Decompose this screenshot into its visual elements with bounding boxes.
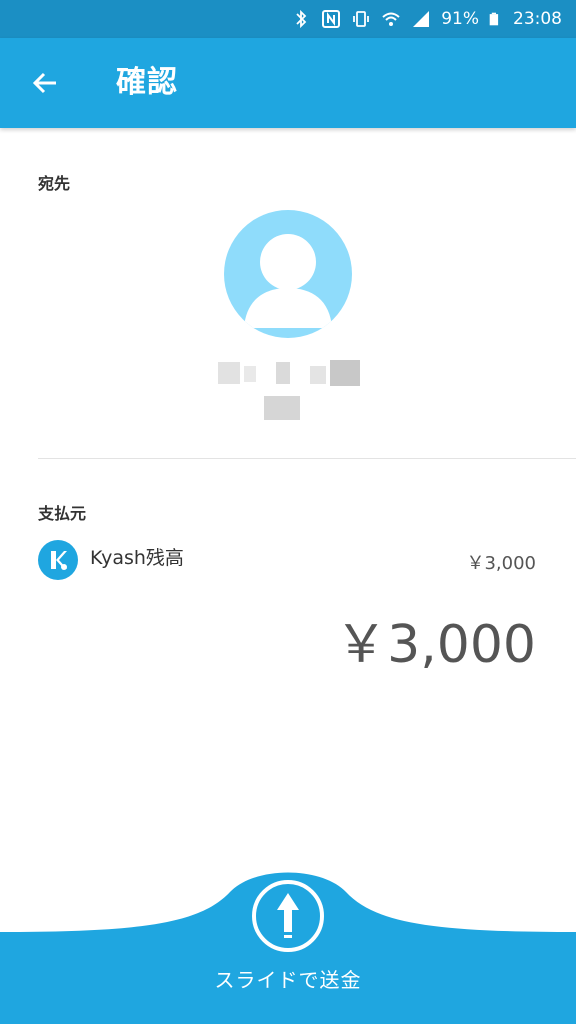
recipient-avatar	[224, 210, 352, 338]
page-title: 確認	[116, 65, 178, 100]
signal-icon	[413, 11, 430, 27]
total-amount: ￥3,000	[335, 615, 536, 675]
slide-send-label: スライドで送金	[214, 968, 362, 992]
slide-send-handle[interactable]	[252, 880, 324, 952]
arrow-back-icon	[32, 72, 56, 94]
battery-icon	[489, 12, 499, 26]
vibrate-icon	[353, 11, 370, 27]
kyash-logo-icon	[38, 540, 78, 580]
section-divider	[38, 458, 576, 459]
app-bar: 確認	[0, 38, 576, 128]
payment-source-label: 支払元	[38, 504, 87, 523]
person-icon	[244, 234, 332, 328]
payment-source-name: Kyash残高	[90, 547, 184, 569]
nfc-icon	[322, 10, 341, 28]
battery-percent: 91%	[441, 9, 479, 29]
back-button[interactable]	[22, 60, 68, 106]
payment-source-amount: ￥3,000	[466, 553, 536, 574]
status-bar: 91% 23:08	[0, 0, 576, 38]
bluetooth-icon	[296, 9, 307, 29]
recipient-label: 宛先	[38, 174, 71, 193]
clock: 23:08	[513, 9, 562, 29]
arrow-up-icon	[277, 893, 299, 938]
wifi-icon	[382, 12, 400, 26]
